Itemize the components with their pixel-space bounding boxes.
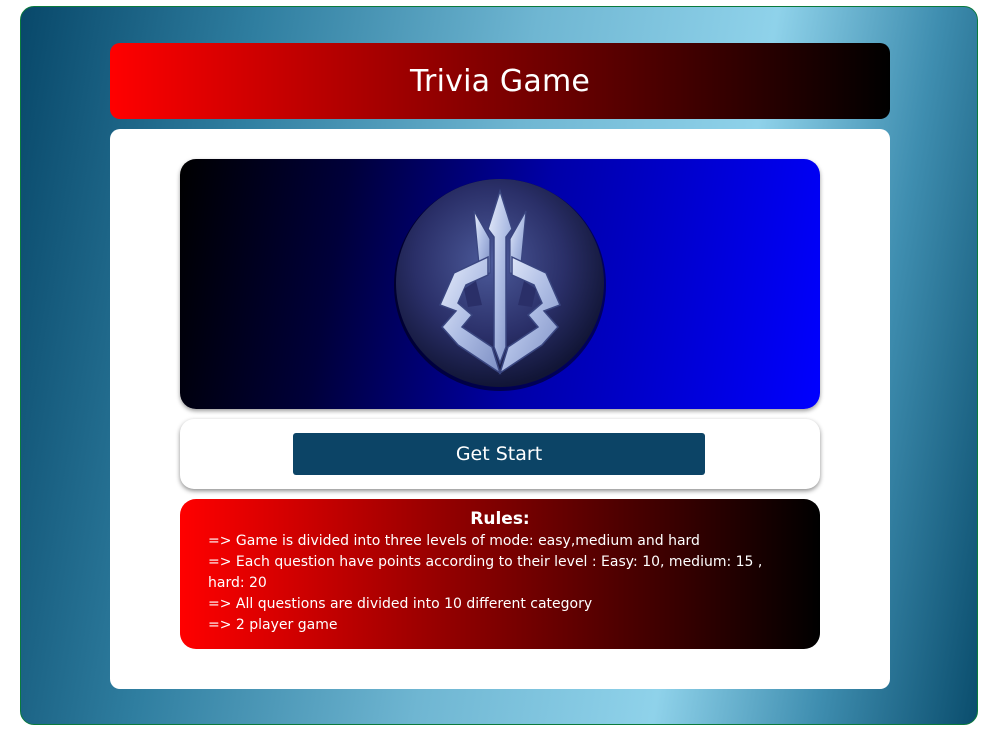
rule-item: => 2 player game	[208, 617, 338, 633]
app-frame: Trivia Game Get Start Rules: => Game is …	[20, 6, 978, 725]
crest-logo-icon	[394, 179, 606, 391]
rule-item: => Each question have points according t…	[208, 554, 763, 591]
logo-banner	[180, 159, 820, 409]
header-bar: Trivia Game	[110, 43, 890, 119]
rules-panel: Rules: => Game is divided into three lev…	[180, 499, 820, 649]
rule-item: => All questions are divided into 10 dif…	[208, 596, 593, 612]
get-start-button[interactable]: Get Start	[293, 433, 705, 475]
start-panel: Get Start	[180, 419, 820, 489]
page-title: Trivia Game	[409, 63, 591, 99]
rule-item: => Game is divided into three levels of …	[208, 533, 700, 549]
main-card: Get Start Rules: => Game is divided into…	[110, 129, 890, 689]
rules-title: Rules:	[470, 509, 530, 529]
